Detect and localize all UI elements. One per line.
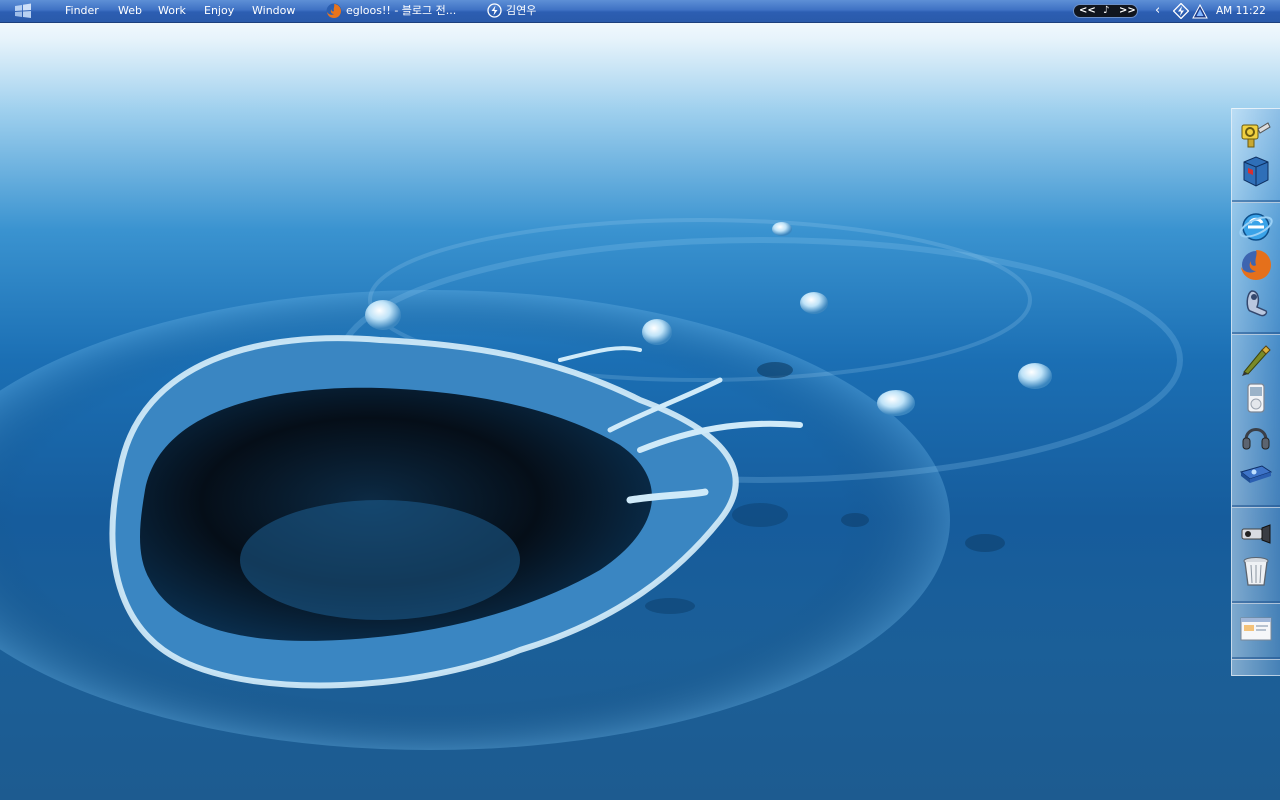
menu-web[interactable]: Web xyxy=(118,0,142,22)
window-thumbnail-icon[interactable] xyxy=(1238,611,1274,647)
ipod-icon[interactable] xyxy=(1238,380,1274,416)
media-controls: << ♪ >> xyxy=(1073,4,1138,18)
menu-window[interactable]: Window xyxy=(252,0,295,22)
media-drive-icon[interactable] xyxy=(1238,456,1274,492)
firefox-icon[interactable] xyxy=(1238,247,1274,283)
firefox-icon xyxy=(326,3,342,19)
right-dock xyxy=(1231,108,1280,676)
trash-icon[interactable] xyxy=(1238,553,1274,589)
lightning-tray-icon[interactable] xyxy=(1173,0,1189,22)
top-menubar: Finder Web Work Enjoy Window egloos!! - … xyxy=(0,0,1280,23)
headphones-icon[interactable] xyxy=(1238,418,1274,454)
camera-lens-icon[interactable] xyxy=(1238,515,1274,551)
network-tray-icon[interactable] xyxy=(1192,0,1208,22)
windows-flag-icon[interactable] xyxy=(14,0,36,22)
taskbar-item-label: 김연우 xyxy=(506,4,537,17)
cube-box-icon[interactable] xyxy=(1238,153,1274,189)
media-next-button[interactable]: >> xyxy=(1119,5,1136,17)
music-note-icon[interactable]: ♪ xyxy=(1103,5,1109,17)
pen-tool-icon[interactable] xyxy=(1238,342,1274,378)
tray-expand-button[interactable]: ‹ xyxy=(1155,0,1160,22)
menu-enjoy[interactable]: Enjoy xyxy=(204,0,234,22)
usb-key-icon[interactable] xyxy=(1238,115,1274,151)
desktop[interactable]: Finder Web Work Enjoy Window egloos!! - … xyxy=(0,0,1280,800)
taskbar-item-label: egloos!! - 블로그 전... xyxy=(346,4,457,17)
menu-work[interactable]: Work xyxy=(158,0,186,22)
lightning-app-icon xyxy=(487,3,502,18)
clock: AM 11:22 xyxy=(1216,5,1266,17)
messenger-icon[interactable] xyxy=(1238,285,1274,321)
wallpaper-water-splash xyxy=(0,218,1183,750)
internet-explorer-icon[interactable] xyxy=(1238,209,1274,245)
menu-finder[interactable]: Finder xyxy=(65,0,99,22)
media-prev-button[interactable]: << xyxy=(1079,5,1096,17)
